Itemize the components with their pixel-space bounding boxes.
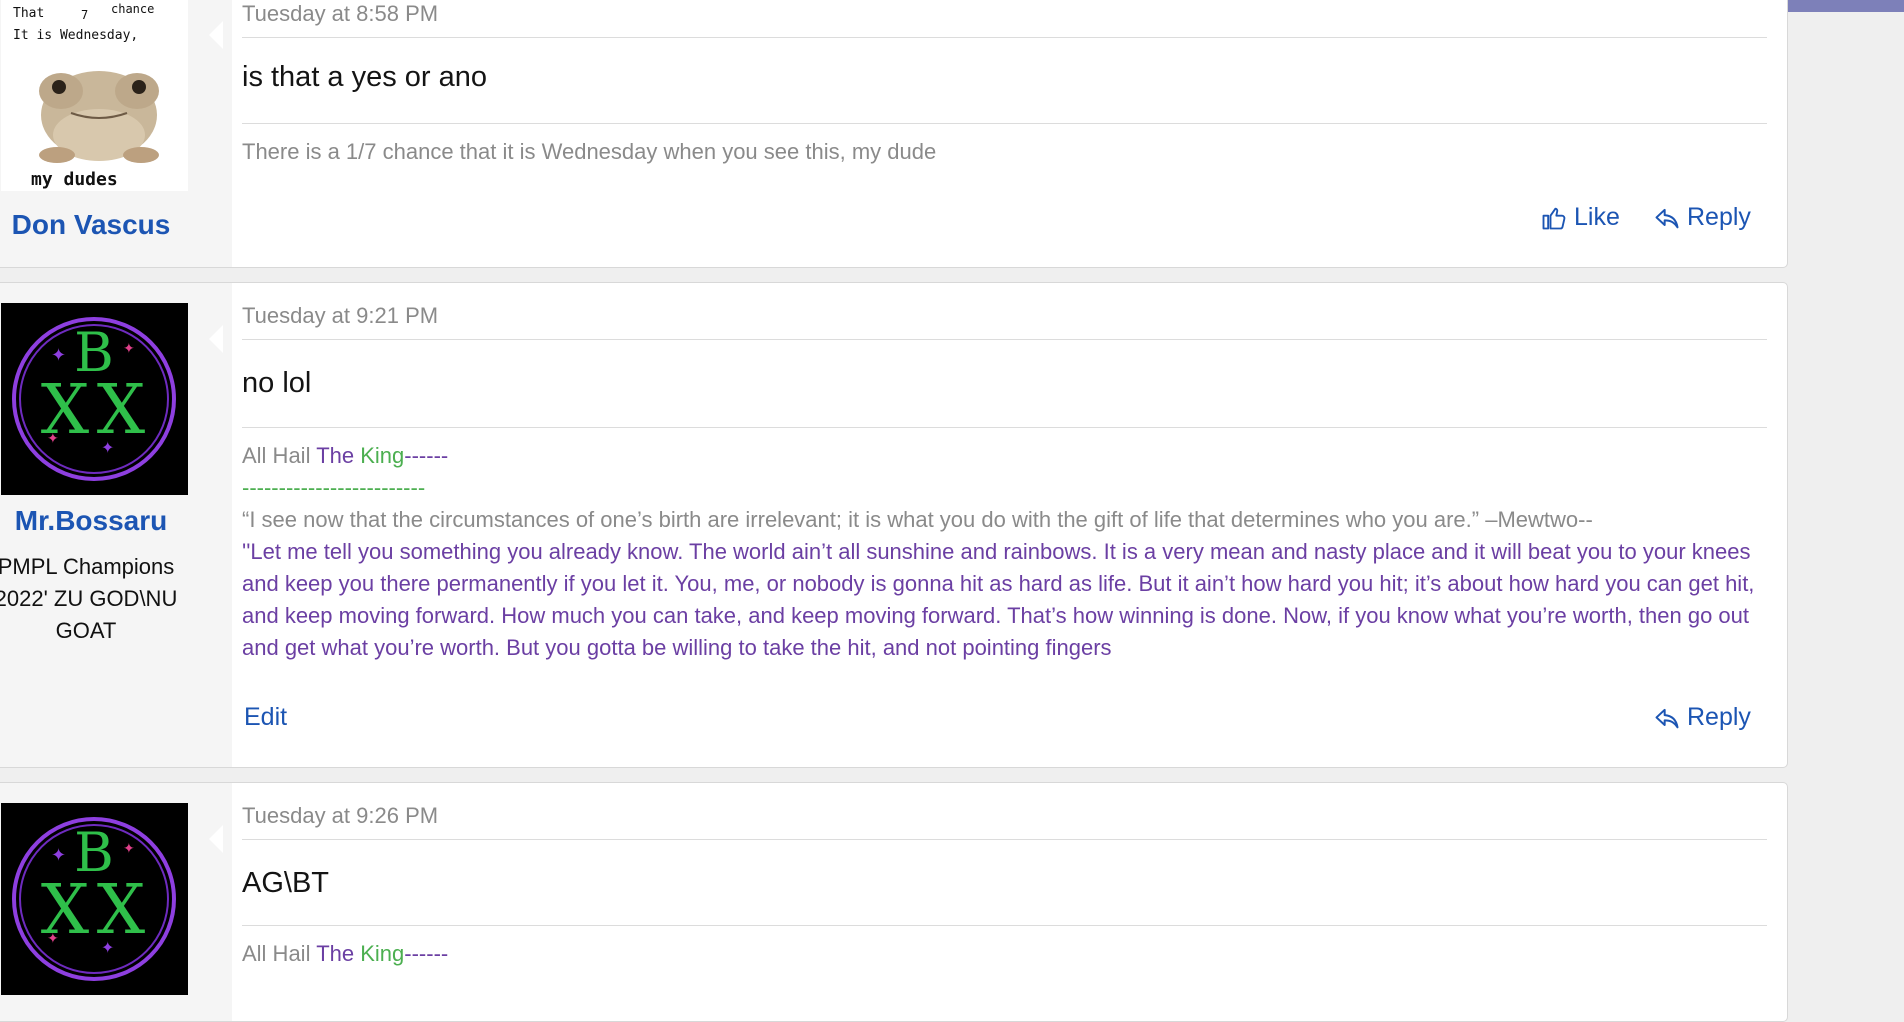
user-pane: B X X ✦ ✦ ✦ ✦	[0, 783, 232, 1021]
svg-text:✦: ✦	[123, 340, 135, 356]
svg-text:✦: ✦	[47, 430, 59, 446]
post-message: is that a yes or ano	[242, 61, 488, 93]
avatar[interactable]: B X X ✦ ✦ ✦ ✦	[1, 303, 188, 495]
like-label: Like	[1574, 203, 1620, 231]
post-pointer	[209, 825, 223, 853]
frog-fraction: 7	[81, 8, 88, 22]
like-button[interactable]: Like	[1540, 203, 1620, 232]
svg-text:✦: ✦	[101, 440, 114, 457]
edit-label: Edit	[244, 703, 288, 731]
signature-headline: All Hail The King------	[242, 440, 1767, 472]
user-pane: B X X ✦ ✦ ✦ ✦ Mr.Bossaru PMPL Champions …	[0, 283, 232, 767]
post-don-vascus: That 7 chance It is Wednesday, my dudes …	[0, 0, 1788, 268]
post-pointer	[209, 325, 223, 353]
post-message: no lol	[242, 367, 312, 399]
frog-text-that: That	[13, 6, 44, 21]
post-date[interactable]: Tuesday at 9:21 PM	[242, 303, 1767, 340]
user-title-line: GOAT	[55, 618, 117, 643]
signature: All Hail The King------	[242, 925, 1767, 985]
reply-button[interactable]: Reply	[1653, 203, 1751, 232]
reply-button[interactable]: Reply	[1653, 703, 1751, 732]
edit-button[interactable]: Edit	[244, 703, 287, 732]
sig-all-hail: All Hail	[242, 443, 317, 468]
sig-all-hail: All Hail	[242, 941, 317, 966]
post-pointer	[209, 21, 223, 49]
reply-icon	[1655, 208, 1679, 228]
user-pane: That 7 chance It is Wednesday, my dudes …	[0, 0, 232, 267]
signature: There is a 1/7 chance that it is Wednesd…	[242, 123, 1767, 183]
svg-text:✦: ✦	[47, 930, 59, 946]
bx-logo-icon: B X X ✦ ✦ ✦ ✦	[12, 817, 176, 981]
sig-the: The	[316, 443, 361, 468]
post-main: Tuesday at 8:58 PM is that a yes or ano …	[242, 0, 1767, 267]
frog-text-chance: chance	[111, 2, 154, 16]
username[interactable]: Mr.Bossaru	[0, 505, 191, 537]
signature: All Hail The King------ ----------------…	[242, 427, 1767, 679]
wednesday-frog-icon: That 7 chance It is Wednesday, my dudes	[13, 2, 159, 190]
user-title-line: PMPL Champions	[0, 554, 175, 579]
sig-the: The	[316, 941, 361, 966]
sig-dashes-short: ------	[404, 443, 449, 468]
user-title: PMPL Champions 2022' ZU GOD\NU GOAT	[0, 551, 191, 647]
user-title-line: 2022' ZU GOD\NU	[0, 586, 178, 611]
svg-text:✦: ✦	[51, 845, 66, 865]
username[interactable]: Don Vascus	[0, 209, 191, 241]
post-date[interactable]: Tuesday at 9:26 PM	[242, 803, 1767, 840]
avatar-letter-x-right: X	[97, 871, 146, 950]
sig-dashes-line: -------------------------	[242, 475, 426, 500]
sig-dashes-short: ------	[404, 941, 449, 966]
avatar[interactable]: B X X ✦ ✦ ✦ ✦	[1, 803, 188, 995]
right-gutter	[1788, 12, 1904, 980]
sig-quote-rocky: ''Let me tell you something you already …	[242, 539, 1755, 660]
avatar-letter-x-right: X	[97, 371, 146, 450]
post-message: AG\BT	[242, 867, 330, 899]
thumbs-up-icon	[1542, 207, 1566, 229]
post-third: B X X ✦ ✦ ✦ ✦ Tuesday at 9:26 PM AG\BT A…	[0, 782, 1788, 1022]
signature-headline: All Hail The King------	[242, 938, 1767, 970]
signature-text: There is a 1/7 chance that it is Wednesd…	[242, 139, 937, 164]
svg-text:✦: ✦	[101, 940, 114, 957]
reply-label: Reply	[1687, 203, 1751, 231]
frog-text-line: It is Wednesday,	[13, 28, 138, 43]
post-main: Tuesday at 9:21 PM no lol All Hail The K…	[242, 283, 1767, 767]
sig-quote-mewtwo: “I see now that the circumstances of one…	[242, 507, 1593, 532]
post-main: Tuesday at 9:26 PM AG\BT All Hail The Ki…	[242, 783, 1767, 1021]
reply-icon	[1655, 708, 1679, 728]
reply-label: Reply	[1687, 703, 1751, 731]
post-date[interactable]: Tuesday at 8:58 PM	[242, 1, 1767, 38]
sig-king: King	[360, 443, 405, 468]
svg-text:✦: ✦	[123, 840, 135, 856]
svg-text:✦: ✦	[51, 345, 66, 365]
avatar[interactable]: That 7 chance It is Wednesday, my dudes	[1, 0, 188, 191]
bx-logo-icon: B X X ✦ ✦ ✦ ✦	[12, 317, 176, 481]
post-mr-bossaru: B X X ✦ ✦ ✦ ✦ Mr.Bossaru PMPL Champions …	[0, 282, 1788, 768]
sig-king: King	[360, 941, 405, 966]
frog-text-bottom: my dudes	[31, 169, 118, 190]
